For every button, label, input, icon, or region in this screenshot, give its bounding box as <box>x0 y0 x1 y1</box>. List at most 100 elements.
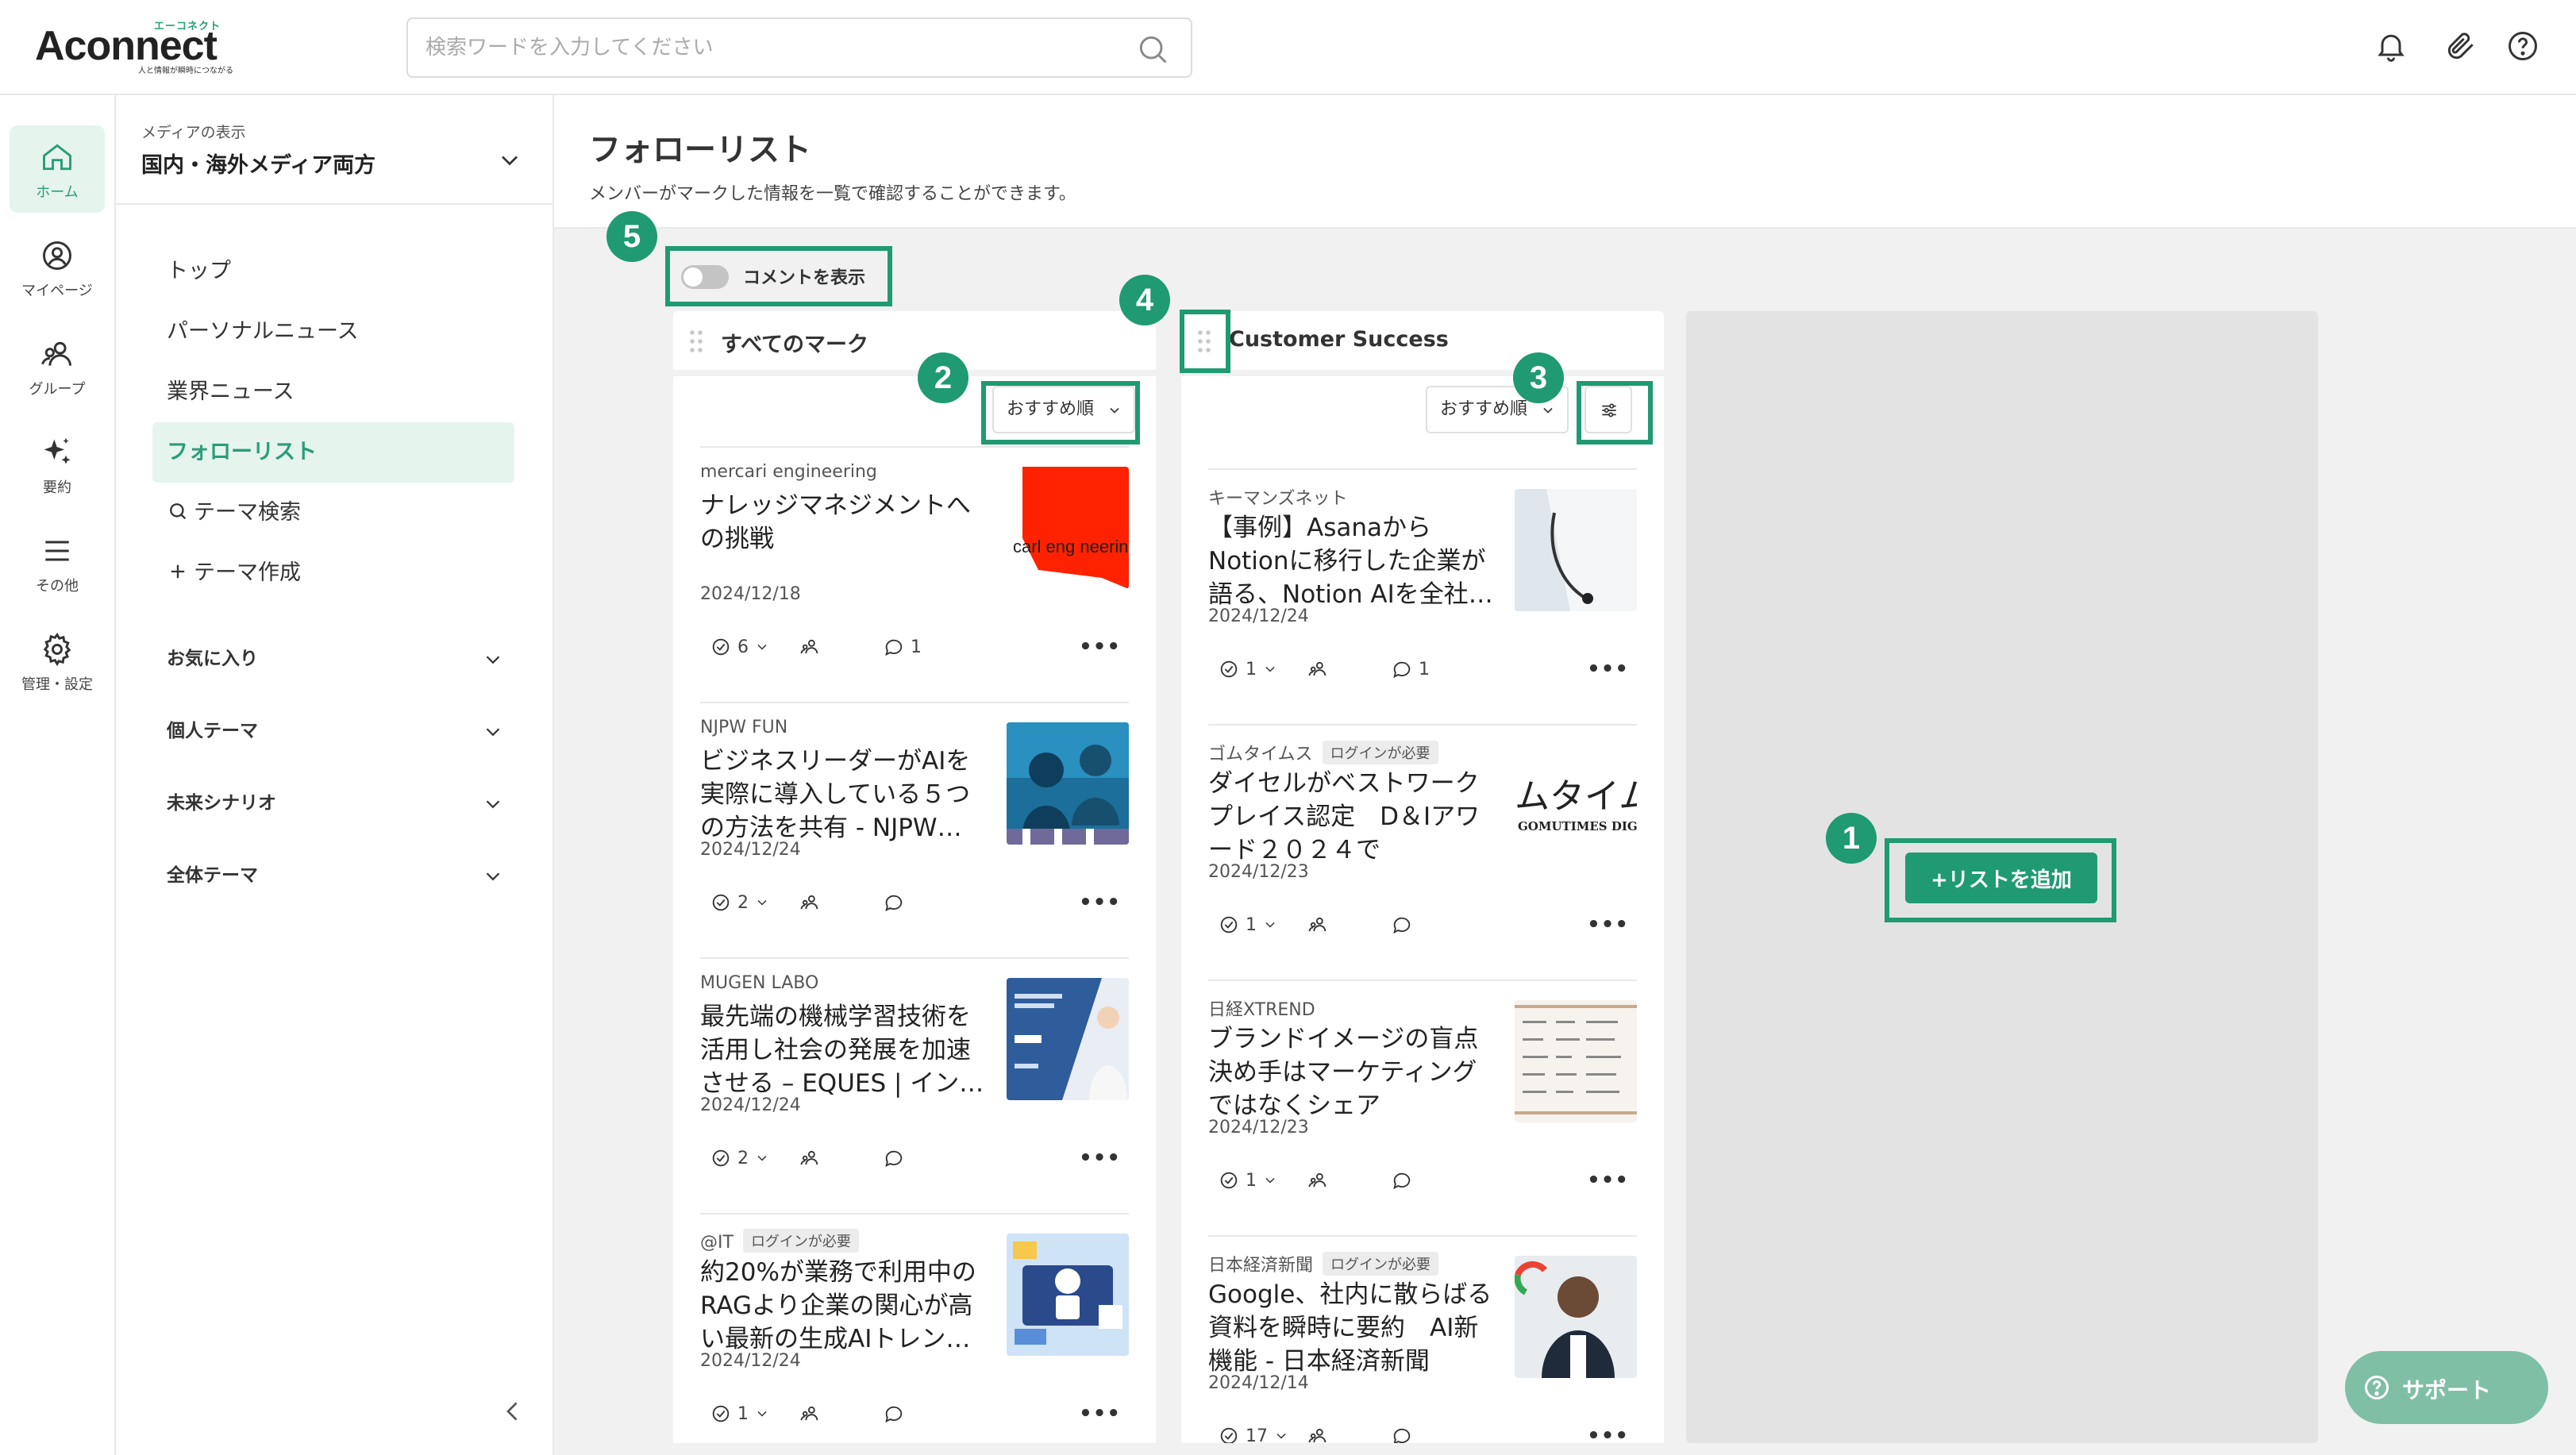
media-selector[interactable]: メディアの表示 国内・海外メディア両方 <box>116 95 554 205</box>
more-menu-button[interactable]: ••• <box>1079 1402 1121 1426</box>
toggle-knob <box>683 268 703 287</box>
card-title[interactable]: 【事例】Asanaから Notionに移行した企業が語る、Notion AIを全… <box>1208 511 1494 611</box>
card-thumbnail[interactable] <box>1007 722 1129 845</box>
card-title[interactable]: ダイセルがベストワークプレイス認定 D＆Iアワード２０２４で <box>1208 767 1494 867</box>
card-source-text: キーマンズネット <box>1208 489 1348 509</box>
app-logo[interactable]: エーコネクト Aconnect 人と情報が瞬時につながる <box>35 17 241 75</box>
card-thumbnail[interactable] <box>1515 489 1637 611</box>
article-card[interactable]: 日本経済新聞 ログインが必要 Google、社内に散らばる資料を瞬時に要約 AI新… <box>1208 1235 1637 1443</box>
comment-button[interactable] <box>883 889 905 918</box>
bell-icon[interactable] <box>2374 29 2409 64</box>
share-group-button[interactable] <box>1307 911 1329 940</box>
check-count[interactable]: 1 <box>1218 911 1278 940</box>
rail-settings[interactable]: 管理・設定 <box>10 618 105 705</box>
share-group-button[interactable] <box>799 1145 821 1173</box>
share-group-button[interactable] <box>1307 1422 1329 1443</box>
check-count[interactable]: 6 <box>710 633 770 662</box>
comment-button[interactable] <box>883 1400 905 1429</box>
share-group-button[interactable] <box>799 889 821 918</box>
more-menu-button[interactable]: ••• <box>1079 635 1121 659</box>
comment-button[interactable] <box>1391 911 1413 940</box>
card-title[interactable]: ナレッジマネジメントへの挑戦 <box>700 489 986 589</box>
more-menu-button[interactable]: ••• <box>1587 1424 1629 1443</box>
card-title[interactable]: ブランドイメージの盲点 決め手はマーケティングではなくシェア <box>1208 1022 1494 1122</box>
nav-group-personal-theme[interactable]: 個人テーマ <box>152 707 514 755</box>
support-button[interactable]: サポート <box>2345 1351 2548 1424</box>
more-menu-button[interactable]: ••• <box>1079 891 1121 914</box>
rail-label-home: ホーム <box>36 184 79 201</box>
article-card[interactable]: NJPW FUN ビジネスリーダーがAIを実際に導入している５つの方法を共有 -… <box>700 702 1129 957</box>
nav-item-theme-search[interactable]: テーマ検索 <box>152 483 514 543</box>
more-menu-button[interactable]: ••• <box>1587 913 1629 937</box>
card-thumbnail[interactable] <box>1007 978 1129 1100</box>
search-box[interactable] <box>406 17 1192 78</box>
comment-button[interactable] <box>883 1145 905 1173</box>
filter-settings-button[interactable] <box>1584 386 1632 433</box>
card-title[interactable]: ビジネスリーダーがAIを実際に導入している５つの方法を共有 - NJPW… <box>700 745 986 845</box>
article-card[interactable]: ゴムタイムス ログインが必要 ダイセルがベストワークプレイス認定 D＆Iアワード２… <box>1208 724 1637 980</box>
check-count[interactable]: 1 <box>710 1400 770 1429</box>
card-thumbnail[interactable] <box>1515 1000 1637 1122</box>
comment-toggle[interactable]: コメントを表示 <box>665 246 892 306</box>
card-title[interactable]: 約20%が業務で利用中のRAGより企業の関心が高い最新の生成AIトレン… <box>700 1256 986 1356</box>
search-input[interactable] <box>425 30 1108 65</box>
article-card[interactable]: MUGEN LABO 最先端の機械学習技術を活用し社会の発展を加速させる – E… <box>700 957 1129 1213</box>
column-header[interactable]: すべてのマーク <box>673 311 1156 370</box>
share-group-button[interactable] <box>799 1400 821 1429</box>
more-menu-button[interactable]: ••• <box>1587 657 1629 681</box>
share-group-button[interactable] <box>799 633 821 662</box>
toggle-switch[interactable] <box>681 265 729 289</box>
rail-group[interactable]: グループ <box>10 322 105 410</box>
nav-item-industry-news[interactable]: 業界ニュース <box>152 362 514 422</box>
check-count[interactable]: 2 <box>710 1145 770 1173</box>
card-title[interactable]: Google、社内に散らばる資料を瞬時に要約 AI新機能 - 日本経済新聞 <box>1208 1278 1494 1378</box>
thumbnail-people-photo <box>1007 722 1129 845</box>
article-card[interactable]: @IT ログインが必要 約20%が業務で利用中のRAGより企業の関心が高い最新の生… <box>700 1213 1129 1443</box>
check-count[interactable]: 2 <box>710 889 770 918</box>
nav-item-personal-news[interactable]: パーソナルニュース <box>152 302 514 362</box>
paperclip-icon[interactable] <box>2443 29 2478 64</box>
search-icon[interactable] <box>1135 32 1170 67</box>
nav-group-favorites[interactable]: お気に入り <box>152 635 514 683</box>
comment-button[interactable]: 1 <box>883 633 922 662</box>
help-icon[interactable] <box>2505 29 2540 64</box>
chevron-left-icon[interactable] <box>499 1397 527 1426</box>
comment-button[interactable]: 1 <box>1391 656 1430 684</box>
nav-group-all-theme[interactable]: 全体テーマ <box>152 852 514 899</box>
nav-item-top[interactable]: トップ <box>152 241 514 302</box>
article-card[interactable]: キーマンズネット 【事例】Asanaから Notionに移行した企業が語る、No… <box>1208 468 1637 724</box>
drag-handle-icon[interactable] <box>1196 329 1213 354</box>
rail-other[interactable]: その他 <box>10 519 105 606</box>
check-count[interactable]: 1 <box>1218 656 1278 684</box>
column-header[interactable]: Customer Success <box>1181 311 1664 370</box>
card-thumbnail[interactable] <box>1515 1256 1637 1378</box>
sort-dropdown[interactable]: おすすめ順 <box>992 386 1135 433</box>
rail-mypage[interactable]: マイページ <box>10 224 105 311</box>
check-count[interactable]: 17 <box>1218 1422 1289 1443</box>
nav-item-follow-list[interactable]: フォローリスト <box>152 422 514 483</box>
more-menu-button[interactable]: ••• <box>1079 1146 1121 1170</box>
card-thumbnail[interactable]: ムタイム GOMUTIMES DIGI <box>1515 745 1637 867</box>
article-card[interactable]: 日経XTREND ブランドイメージの盲点 決め手はマーケティングではなくシェア … <box>1208 980 1637 1235</box>
rail-home[interactable]: ホーム <box>10 125 105 213</box>
check-circle-icon <box>712 638 730 656</box>
support-label: サポート <box>2402 1377 2492 1403</box>
column-title: すべてのマーク <box>721 333 869 357</box>
share-group-button[interactable] <box>1307 656 1329 684</box>
card-title[interactable]: 最先端の機械学習技術を活用し社会の発展を加速させる – EQUES | イン… <box>700 1000 986 1100</box>
media-label: メディアの表示 <box>141 124 246 141</box>
chevron-down-icon[interactable] <box>495 146 524 175</box>
comment-button[interactable] <box>1391 1167 1413 1195</box>
more-menu-button[interactable]: ••• <box>1587 1168 1629 1192</box>
check-count[interactable]: 1 <box>1218 1167 1278 1195</box>
nav-item-theme-create[interactable]: テーマ作成 <box>152 543 514 603</box>
nav-group-future-scenario[interactable]: 未来シナリオ <box>152 779 514 827</box>
article-card[interactable]: mercari engineering ナレッジマネジメントへの挑戦 2024/… <box>700 446 1129 702</box>
card-thumbnail[interactable]: carl eng neering <box>1007 467 1129 589</box>
comment-button[interactable] <box>1391 1422 1413 1443</box>
drag-handle-icon[interactable] <box>687 329 705 354</box>
rail-summary[interactable]: 要約 <box>10 421 105 508</box>
add-list-button[interactable]: +リストを追加 <box>1905 853 2097 903</box>
share-group-button[interactable] <box>1307 1167 1329 1195</box>
card-thumbnail[interactable] <box>1007 1234 1129 1356</box>
